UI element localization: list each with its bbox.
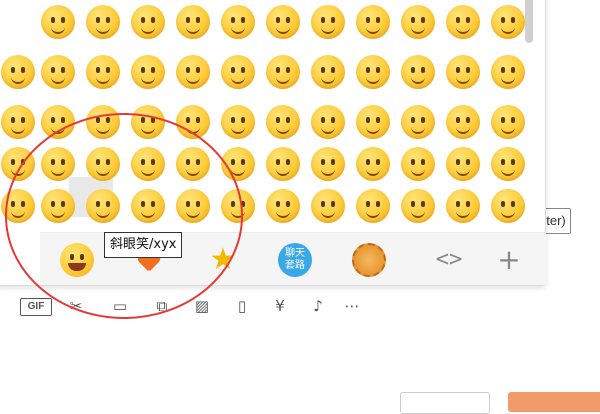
close-button[interactable]	[400, 392, 490, 414]
emoji-scrollbar[interactable]	[525, 0, 533, 43]
emoji-item[interactable]	[221, 55, 255, 89]
emoji-item[interactable]	[41, 189, 75, 223]
emoji-item[interactable]	[311, 147, 345, 181]
emoji-item[interactable]	[446, 55, 480, 89]
emoji-item[interactable]	[356, 105, 390, 139]
emoji-item[interactable]	[311, 105, 345, 139]
emoji-item[interactable]	[86, 5, 120, 39]
emoji-item[interactable]	[491, 105, 525, 139]
gif-icon[interactable]: GIF	[20, 298, 52, 316]
emoji-item[interactable]	[176, 105, 210, 139]
scissors-icon[interactable]: ✂	[64, 294, 88, 318]
image-icon[interactable]: ▨	[190, 294, 214, 318]
emoji-item[interactable]	[86, 147, 120, 181]
emoji-item[interactable]	[131, 55, 165, 89]
code-arrows-icon: <>	[435, 247, 463, 272]
emoji-item[interactable]	[41, 105, 75, 139]
emoji-item[interactable]	[266, 55, 300, 89]
emoji-item[interactable]	[266, 189, 300, 223]
emoji-item[interactable]	[491, 189, 525, 223]
emoji-item[interactable]	[491, 5, 525, 39]
screenshot-icon[interactable]: ⧉	[150, 294, 174, 318]
emoji-item[interactable]	[446, 105, 480, 139]
emoji-item[interactable]	[356, 55, 390, 89]
tab-starred[interactable]: ★	[206, 243, 240, 277]
emoji-item[interactable]	[356, 189, 390, 223]
emoji-item[interactable]	[1, 189, 35, 223]
emoji-item[interactable]	[356, 5, 390, 39]
emoji-item[interactable]	[221, 189, 255, 223]
send-button[interactable]	[508, 392, 600, 412]
emoji-grid	[0, 0, 527, 225]
emoji-item[interactable]	[131, 147, 165, 181]
emoji-item[interactable]	[41, 147, 75, 181]
chat-toolbar: GIF ✂ ▭ ⧉ ▨ ▯ ¥ ♪ ⋯	[0, 290, 600, 322]
emoji-item[interactable]	[356, 147, 390, 181]
tab-chat-routines[interactable]: 聊天 套路	[278, 243, 312, 277]
emoji-item[interactable]	[401, 55, 435, 89]
chat-routines-label-1: 聊天	[285, 248, 305, 259]
shake-icon[interactable]: ▯	[230, 294, 254, 318]
emoji-item[interactable]	[41, 55, 75, 89]
emoji-item[interactable]	[86, 189, 120, 223]
emoji-item[interactable]	[401, 5, 435, 39]
chat-routines-label-2: 套路	[285, 260, 305, 271]
emoji-item[interactable]	[1, 55, 35, 89]
plus-icon: +	[497, 243, 521, 276]
emoji-item[interactable]	[446, 147, 480, 181]
emoji-item[interactable]	[311, 189, 345, 223]
emoji-item[interactable]	[311, 5, 345, 39]
emoji-item[interactable]	[266, 147, 300, 181]
emoji-item[interactable]	[401, 147, 435, 181]
music-icon[interactable]: ♪	[306, 294, 330, 318]
tab-add[interactable]: +	[492, 243, 526, 277]
emoji-item[interactable]	[1, 147, 35, 181]
emoji-item[interactable]	[41, 5, 75, 39]
emoji-item[interactable]	[221, 147, 255, 181]
emoji-item[interactable]	[1, 105, 35, 139]
emoji-item[interactable]	[401, 189, 435, 223]
emoji-item[interactable]	[131, 5, 165, 39]
emoji-item[interactable]	[176, 5, 210, 39]
emoji-item[interactable]	[176, 189, 210, 223]
emoji-item[interactable]	[401, 105, 435, 139]
tab-prev-next[interactable]: <>	[432, 243, 466, 277]
more-icon[interactable]: ⋯	[340, 294, 364, 318]
star-icon: ★	[209, 242, 237, 277]
emoji-item[interactable]	[266, 105, 300, 139]
emoji-item[interactable]	[86, 55, 120, 89]
emoji-item[interactable]	[311, 55, 345, 89]
emoji-item[interactable]	[446, 189, 480, 223]
emoji-item[interactable]	[86, 105, 120, 139]
emoji-item[interactable]	[491, 55, 525, 89]
emoji-item[interactable]	[131, 105, 165, 139]
emoji-item[interactable]	[176, 147, 210, 181]
emoji-item[interactable]	[491, 147, 525, 181]
emoji-item[interactable]	[266, 5, 300, 39]
red-packet-icon[interactable]: ¥	[268, 294, 292, 318]
folder-icon[interactable]: ▭	[108, 294, 132, 318]
tab-mooncake[interactable]	[352, 243, 386, 277]
emoji-item[interactable]	[221, 5, 255, 39]
emoji-tooltip: 斜眼笑/xyx	[104, 232, 183, 258]
emoji-item[interactable]	[446, 5, 480, 39]
emoji-item[interactable]	[131, 189, 165, 223]
tab-default-emoji[interactable]	[60, 243, 94, 277]
emoji-item[interactable]	[221, 105, 255, 139]
emoji-item[interactable]	[176, 55, 210, 89]
